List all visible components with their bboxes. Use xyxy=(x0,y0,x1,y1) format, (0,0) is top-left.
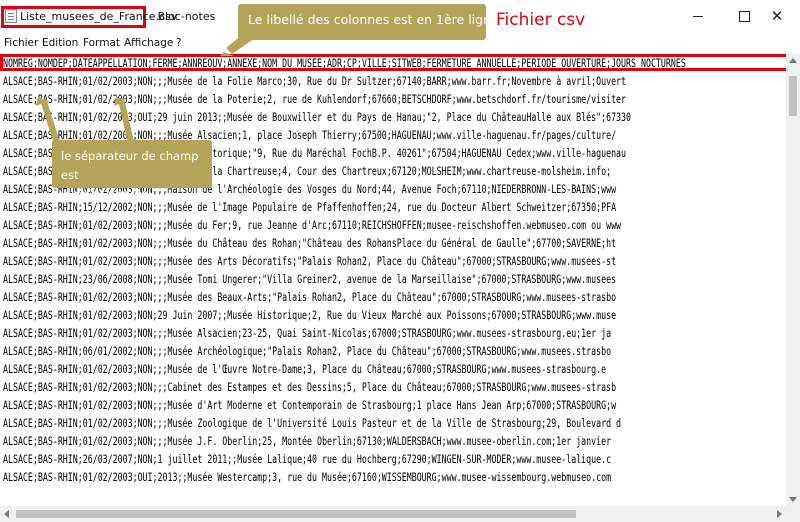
annotation-arrows xyxy=(36,30,258,144)
separator-callout: le séparateur de champ est le point-virg… xyxy=(52,140,212,201)
separator-arrow-1 xyxy=(40,98,60,144)
separator-callout-line-2: le point-virgule xyxy=(61,187,148,201)
csv-label: Fichier csv xyxy=(496,10,586,30)
columns-callout: Le libellé des colonnes est en 1ère lign… xyxy=(238,4,499,40)
separator-callout-line-1: le séparateur de champ est xyxy=(61,149,199,182)
separator-arrow-2 xyxy=(118,98,134,144)
